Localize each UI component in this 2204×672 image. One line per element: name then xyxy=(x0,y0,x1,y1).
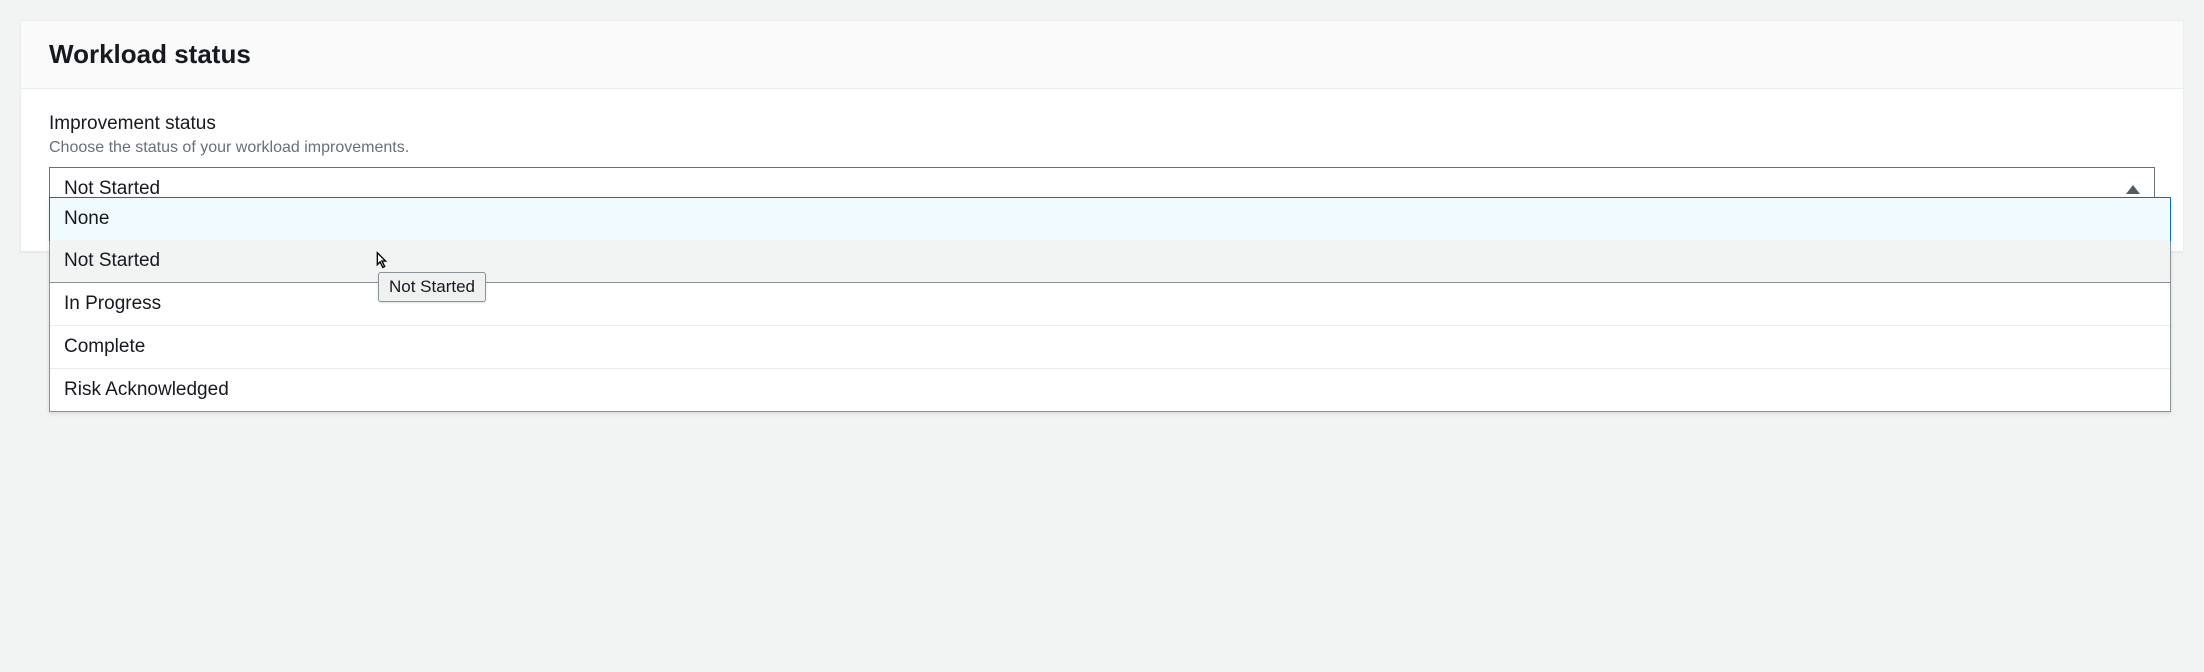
panel-title: Workload status xyxy=(49,39,2155,70)
dropdown-option-not-started[interactable]: Not Started Not Started xyxy=(50,240,2170,283)
option-tooltip: Not Started xyxy=(378,272,486,302)
improvement-status-dropdown: None Not Started Not Started In Progress… xyxy=(49,197,2171,412)
caret-up-icon xyxy=(2126,185,2140,194)
dropdown-option-complete[interactable]: Complete xyxy=(50,326,2170,369)
workload-status-panel: Workload status Improvement status Choos… xyxy=(20,20,2184,252)
dropdown-option-none[interactable]: None xyxy=(49,197,2171,241)
panel-header: Workload status xyxy=(21,21,2183,89)
dropdown-option-risk-acknowledged[interactable]: Risk Acknowledged xyxy=(50,369,2170,411)
field-hint: Choose the status of your workload impro… xyxy=(49,139,2155,157)
panel-body: Improvement status Choose the status of … xyxy=(21,89,2183,251)
field-label: Improvement status xyxy=(49,113,2155,135)
dropdown-option-in-progress[interactable]: In Progress xyxy=(50,283,2170,326)
